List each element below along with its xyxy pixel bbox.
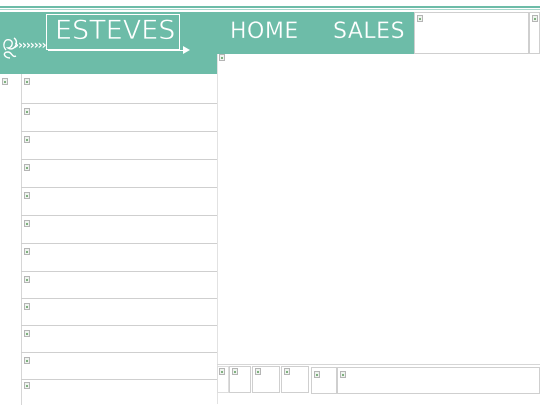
sidebar-list <box>21 74 217 405</box>
list-item[interactable] <box>21 74 217 104</box>
bottom-strip-rule <box>217 364 540 365</box>
arrow-head-icon <box>183 46 190 54</box>
list-item[interactable] <box>21 244 217 272</box>
broken-image-icon <box>24 303 30 310</box>
list-item[interactable] <box>21 104 217 132</box>
list-item[interactable] <box>21 326 217 353</box>
broken-image-icon <box>255 368 261 375</box>
broken-image-icon <box>24 220 30 227</box>
broken-image-icon <box>24 330 30 337</box>
broken-image-icon <box>24 108 30 115</box>
list-item[interactable] <box>21 132 217 160</box>
list-item[interactable] <box>21 160 217 188</box>
top-rule-secondary <box>0 9 540 10</box>
list-item[interactable] <box>21 380 217 405</box>
list-item[interactable] <box>21 216 217 244</box>
header-image-1[interactable] <box>414 12 529 54</box>
bottom-image-3[interactable] <box>252 366 280 393</box>
broken-image-icon <box>24 382 30 389</box>
broken-image-icon <box>219 368 225 375</box>
bottom-image-2[interactable] <box>229 366 251 393</box>
list-item[interactable] <box>21 188 217 216</box>
site-logo[interactable]: ESTEVES <box>55 14 180 48</box>
broken-image-icon <box>284 368 290 375</box>
top-rule <box>0 6 540 8</box>
broken-image-icon <box>24 357 30 364</box>
bottom-image-5[interactable] <box>311 367 337 394</box>
broken-image-icon <box>24 248 30 255</box>
broken-image-icon <box>340 371 346 378</box>
bottom-image-6[interactable] <box>337 367 540 394</box>
broken-image-icon <box>232 368 238 375</box>
list-item[interactable] <box>21 272 217 299</box>
main-divider <box>217 54 218 404</box>
broken-image-icon <box>24 164 30 171</box>
broken-image-icon <box>532 15 538 22</box>
bottom-image-4[interactable] <box>281 366 309 393</box>
broken-image-icon <box>24 78 30 85</box>
broken-image-icon <box>314 371 320 378</box>
left-rail <box>0 74 22 405</box>
broken-image-icon <box>24 276 30 283</box>
nav-home-link[interactable]: HOME <box>230 18 299 46</box>
broken-image-icon <box>219 54 225 61</box>
broken-image-icon <box>24 192 30 199</box>
list-item[interactable] <box>21 353 217 380</box>
broken-image-icon <box>24 136 30 143</box>
header-image-2[interactable] <box>529 12 540 54</box>
nav-sales-link[interactable]: SALES <box>333 18 405 46</box>
logo-underline <box>48 50 183 51</box>
broken-image-icon <box>417 15 423 22</box>
chevron-arrows-icon: ›››››››› <box>14 38 47 52</box>
list-item[interactable] <box>21 299 217 326</box>
bottom-image-1[interactable] <box>217 366 229 393</box>
broken-image-icon <box>2 78 8 85</box>
